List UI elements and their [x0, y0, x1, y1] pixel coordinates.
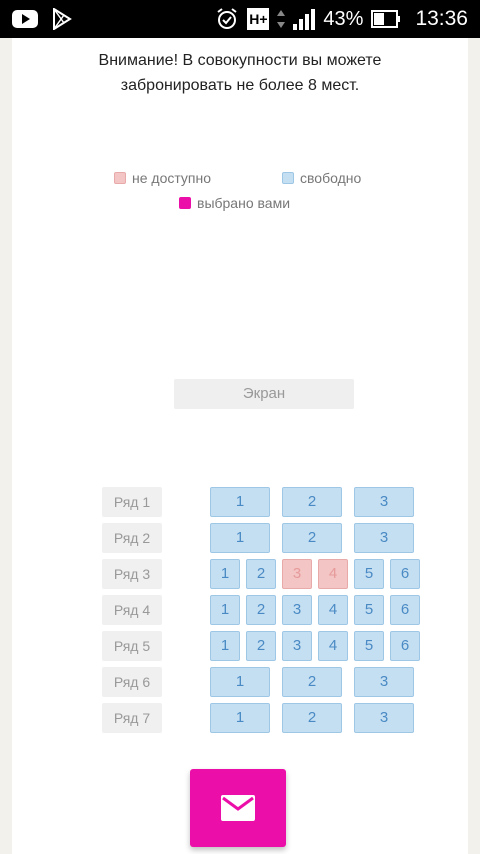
seat-available[interactable]: 2	[246, 559, 276, 589]
row-label: Ряд 6	[102, 667, 162, 697]
seat-available[interactable]: 6	[390, 559, 420, 589]
row-label: Ряд 5	[102, 631, 162, 661]
seat-available[interactable]: 1	[210, 595, 240, 625]
seat-unavailable: 3	[282, 559, 312, 589]
seat-available[interactable]: 2	[282, 487, 342, 517]
legend-selected: выбрано вами	[179, 195, 290, 211]
legend-unavailable: не доступно	[114, 170, 211, 186]
seat-available[interactable]: 2	[246, 631, 276, 661]
row-label: Ряд 1	[102, 487, 162, 517]
signal-icon	[293, 9, 316, 30]
screen-indicator: Экран	[174, 379, 354, 409]
youtube-icon	[12, 10, 38, 28]
battery-percent: 43%	[323, 7, 364, 30]
seat-available[interactable]: 3	[282, 631, 312, 661]
battery-icon	[371, 10, 401, 28]
legend-unavailable-label: не доступно	[132, 170, 212, 186]
row-label: Ряд 4	[102, 595, 162, 625]
seat-available[interactable]: 1	[210, 703, 270, 733]
data-arrows-icon	[277, 10, 286, 28]
clock: 13:36	[415, 7, 468, 30]
selected-swatch	[179, 197, 191, 209]
legend-selected-label: выбрано вами	[197, 195, 291, 211]
legend-available: свободно	[282, 170, 361, 186]
seat-available[interactable]: 5	[354, 631, 384, 661]
seat-available[interactable]: 6	[390, 595, 420, 625]
seat-available[interactable]: 2	[282, 667, 342, 697]
seat-available[interactable]: 5	[354, 595, 384, 625]
row-label: Ряд 3	[102, 559, 162, 589]
row-label: Ряд 2	[102, 523, 162, 553]
seat-available[interactable]: 3	[282, 595, 312, 625]
seat-available[interactable]: 2	[246, 595, 276, 625]
booking-card: Внимание! В совокупности вы можете забро…	[12, 38, 468, 854]
available-swatch	[282, 172, 294, 184]
seat-available[interactable]: 4	[318, 595, 348, 625]
seat-unavailable: 4	[318, 559, 348, 589]
notice-line-1: Внимание! В совокупности вы можете	[98, 52, 382, 69]
send-booking-button[interactable]	[190, 769, 286, 847]
legend-available-label: свободно	[300, 170, 362, 186]
seat-available[interactable]: 1	[210, 667, 270, 697]
envelope-icon	[221, 795, 255, 821]
play-store-icon	[53, 8, 72, 30]
seat-available[interactable]: 2	[282, 523, 342, 553]
seat-available[interactable]: 6	[390, 631, 420, 661]
booking-notice: Внимание! В совокупности вы можете забро…	[12, 48, 468, 98]
seat-available[interactable]: 3	[354, 523, 414, 553]
unavailable-swatch	[114, 172, 126, 184]
seat-available[interactable]: 2	[282, 703, 342, 733]
seat-available[interactable]: 1	[210, 631, 240, 661]
seat-available[interactable]: 3	[354, 667, 414, 697]
network-type-icon: H+	[247, 8, 270, 30]
seat-available[interactable]: 3	[354, 487, 414, 517]
seat-available[interactable]: 1	[210, 559, 240, 589]
alarm-icon	[217, 8, 238, 29]
seat-available[interactable]: 1	[210, 523, 270, 553]
status-bar: H+ 43% 13:36	[0, 0, 480, 38]
seat-available[interactable]: 3	[354, 703, 414, 733]
seat-available[interactable]: 5	[354, 559, 384, 589]
seat-available[interactable]: 4	[318, 631, 348, 661]
row-label: Ряд 7	[102, 703, 162, 733]
seat-available[interactable]: 1	[210, 487, 270, 517]
notice-line-2: забронировать не более 8 мест.	[120, 77, 360, 94]
